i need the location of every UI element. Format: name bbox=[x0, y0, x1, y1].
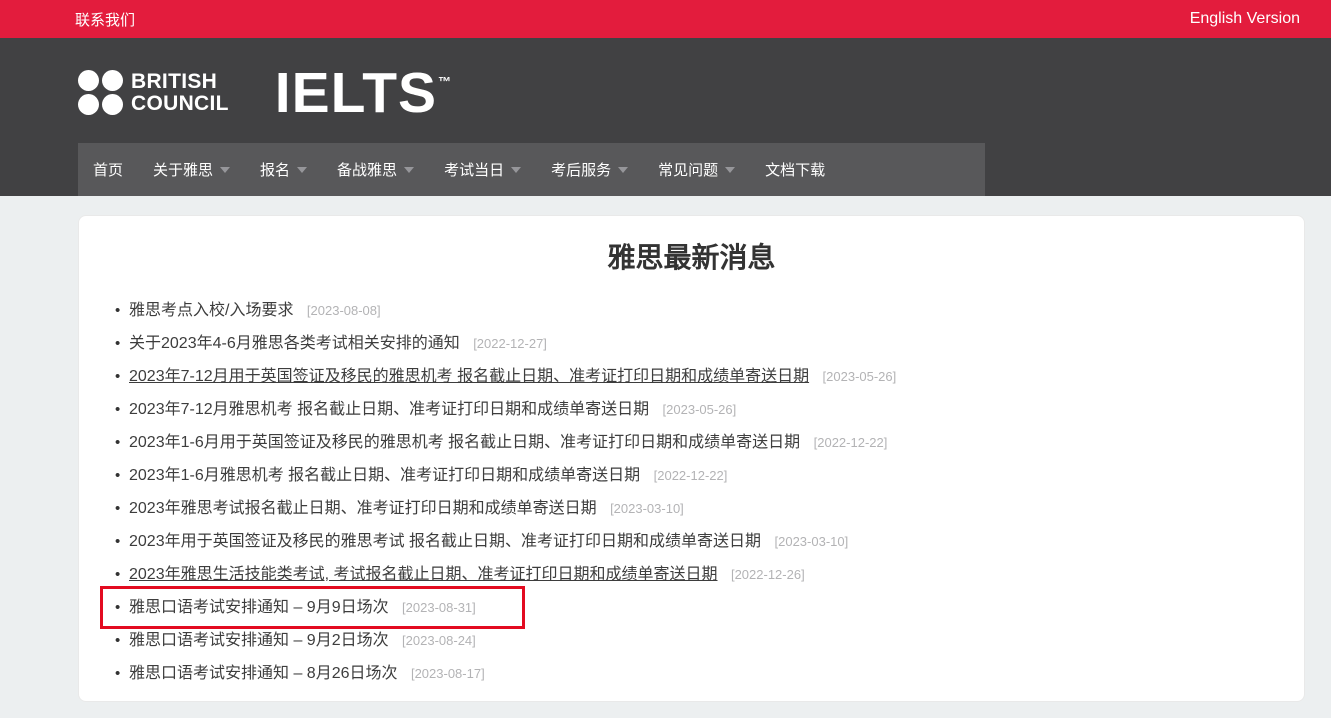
news-list-item: • 2023年1-6月雅思机考 报名截止日期、准考证打印日期和成绩单寄送日期 [… bbox=[115, 459, 1304, 492]
news-list-item: • 2023年7-12月用于英国签证及移民的雅思机考 报名截止日期、准考证打印日… bbox=[115, 360, 1304, 393]
news-list-item: • 雅思口语考试安排通知 – 8月26日场次 [2023-08-17] bbox=[115, 657, 1304, 690]
site-header: BRITISH COUNCIL IELTS™ 首页 关于雅思 报名 备战雅思 考… bbox=[0, 38, 1331, 196]
chevron-down-icon bbox=[297, 166, 308, 173]
news-list-item: • 关于2023年4-6月雅思各类考试相关安排的通知 [2022-12-27] bbox=[115, 327, 1304, 360]
bullet-icon: • bbox=[115, 401, 121, 418]
news-list-item: • 2023年雅思生活技能类考试, 考试报名截止日期、准考证打印日期和成绩单寄送… bbox=[115, 558, 1304, 591]
nav-item-label: 常见问题 bbox=[658, 162, 719, 179]
bullet-icon: • bbox=[115, 566, 121, 583]
bullet-icon: • bbox=[115, 302, 121, 319]
nav-item[interactable]: 报名 bbox=[245, 143, 322, 196]
news-list-item: • 2023年1-6月用于英国签证及移民的雅思机考 报名截止日期、准考证打印日期… bbox=[115, 426, 1304, 459]
news-date: [2023-05-26] bbox=[662, 402, 737, 417]
nav-item-label: 考后服务 bbox=[551, 162, 612, 179]
bullet-icon: • bbox=[115, 599, 121, 616]
news-link[interactable]: 2023年7-12月雅思机考 报名截止日期、准考证打印日期和成绩单寄送日期 bbox=[129, 401, 649, 418]
nav-item-label: 备战雅思 bbox=[337, 162, 398, 179]
main-nav: 首页 关于雅思 报名 备战雅思 考试当日 考后服务 常见问题 文档下载 bbox=[78, 143, 985, 196]
news-date: [2022-12-27] bbox=[473, 336, 547, 351]
chevron-down-icon bbox=[618, 166, 629, 173]
chevron-down-icon bbox=[404, 166, 415, 173]
top-utility-bar: 联系我们 English Version bbox=[0, 0, 1331, 38]
nav-item[interactable]: 备战雅思 bbox=[322, 143, 429, 196]
nav-item[interactable]: 关于雅思 bbox=[138, 143, 245, 196]
bullet-icon: • bbox=[115, 665, 121, 682]
news-date: [2023-03-10] bbox=[610, 501, 684, 516]
brand-logos: BRITISH COUNCIL IELTS™ bbox=[78, 61, 451, 124]
news-list-item: • 雅思口语考试安排通知 – 9月9日场次 [2023-08-31] bbox=[100, 586, 1304, 629]
news-list: • 雅思考点入校/入场要求 [2023-08-08] • 关于2023年4-6月… bbox=[79, 294, 1304, 690]
news-list-item: • 2023年雅思考试报名截止日期、准考证打印日期和成绩单寄送日期 [2023-… bbox=[115, 492, 1304, 525]
news-link[interactable]: 2023年雅思考试报名截止日期、准考证打印日期和成绩单寄送日期 bbox=[129, 500, 597, 517]
news-date: [2023-08-31] bbox=[402, 600, 476, 615]
trademark-symbol: ™ bbox=[438, 74, 453, 89]
british-council-wordmark: BRITISH COUNCIL bbox=[131, 69, 229, 115]
news-date: [2022-12-22] bbox=[813, 435, 888, 450]
bullet-icon: • bbox=[115, 434, 121, 451]
news-link[interactable]: 2023年雅思生活技能类考试, 考试报名截止日期、准考证打印日期和成绩单寄送日期 bbox=[129, 566, 718, 583]
nav-item[interactable]: 考试当日 bbox=[429, 143, 536, 196]
nav-item[interactable]: 常见问题 bbox=[643, 143, 750, 196]
page-background: 雅思最新消息 • 雅思考点入校/入场要求 [2023-08-08] • 关于20… bbox=[0, 196, 1331, 702]
news-list-item: • 雅思口语考试安排通知 – 9月2日场次 [2023-08-24] bbox=[115, 624, 1304, 657]
nav-item[interactable]: 考后服务 bbox=[536, 143, 643, 196]
page-title: 雅思最新消息 bbox=[607, 242, 776, 273]
news-date: [2022-12-22] bbox=[653, 468, 728, 483]
news-date: [2023-08-08] bbox=[306, 303, 381, 318]
chevron-down-icon bbox=[220, 166, 231, 173]
nav-item-label: 文档下载 bbox=[765, 162, 826, 179]
news-date: [2023-03-10] bbox=[774, 534, 849, 549]
ielts-logo[interactable]: IELTS™ bbox=[275, 59, 451, 122]
nav-item-label: 首页 bbox=[93, 162, 124, 179]
bullet-icon: • bbox=[115, 467, 121, 484]
british-council-logo[interactable]: BRITISH COUNCIL bbox=[78, 69, 229, 116]
contact-us-link[interactable]: 联系我们 bbox=[75, 9, 135, 30]
news-list-item: • 2023年7-12月雅思机考 报名截止日期、准考证打印日期和成绩单寄送日期 … bbox=[115, 393, 1304, 426]
english-version-link[interactable]: English Version bbox=[1190, 10, 1300, 28]
news-link[interactable]: 雅思口语考试安排通知 – 9月9日场次 bbox=[129, 599, 389, 616]
bullet-icon: • bbox=[115, 500, 121, 517]
bullet-icon: • bbox=[115, 632, 121, 649]
chevron-down-icon bbox=[511, 166, 522, 173]
chevron-down-icon bbox=[725, 166, 736, 173]
news-list-item: • 雅思考点入校/入场要求 [2023-08-08] bbox=[115, 294, 1304, 327]
news-link[interactable]: 雅思考点入校/入场要求 bbox=[129, 302, 293, 319]
news-link[interactable]: 2023年用于英国签证及移民的雅思考试 报名截止日期、准考证打印日期和成绩单寄送… bbox=[129, 533, 761, 550]
nav-item-label: 考试当日 bbox=[444, 162, 505, 179]
news-date: [2022-12-26] bbox=[730, 567, 805, 582]
bullet-icon: • bbox=[115, 533, 121, 550]
news-link[interactable]: 2023年1-6月用于英国签证及移民的雅思机考 报名截止日期、准考证打印日期和成… bbox=[129, 434, 800, 451]
news-date: [2023-05-26] bbox=[822, 369, 897, 384]
nav-item-label: 报名 bbox=[260, 162, 291, 179]
news-card: 雅思最新消息 • 雅思考点入校/入场要求 [2023-08-08] • 关于20… bbox=[78, 215, 1305, 702]
bullet-icon: • bbox=[115, 335, 121, 352]
news-date: [2023-08-24] bbox=[402, 633, 476, 648]
british-council-dots-icon bbox=[78, 69, 123, 116]
news-link[interactable]: 关于2023年4-6月雅思各类考试相关安排的通知 bbox=[129, 335, 460, 352]
news-link[interactable]: 2023年1-6月雅思机考 报名截止日期、准考证打印日期和成绩单寄送日期 bbox=[129, 467, 640, 484]
bullet-icon: • bbox=[115, 368, 121, 385]
news-date: [2023-08-17] bbox=[410, 666, 485, 681]
news-link[interactable]: 雅思口语考试安排通知 – 9月2日场次 bbox=[129, 632, 389, 649]
nav-item[interactable]: 首页 bbox=[78, 143, 138, 196]
nav-item-label: 关于雅思 bbox=[153, 162, 214, 179]
news-list-item: • 2023年用于英国签证及移民的雅思考试 报名截止日期、准考证打印日期和成绩单… bbox=[115, 525, 1304, 558]
nav-item[interactable]: 文档下载 bbox=[750, 143, 840, 196]
news-link[interactable]: 雅思口语考试安排通知 – 8月26日场次 bbox=[129, 665, 398, 682]
news-link[interactable]: 2023年7-12月用于英国签证及移民的雅思机考 报名截止日期、准考证打印日期和… bbox=[129, 368, 809, 385]
